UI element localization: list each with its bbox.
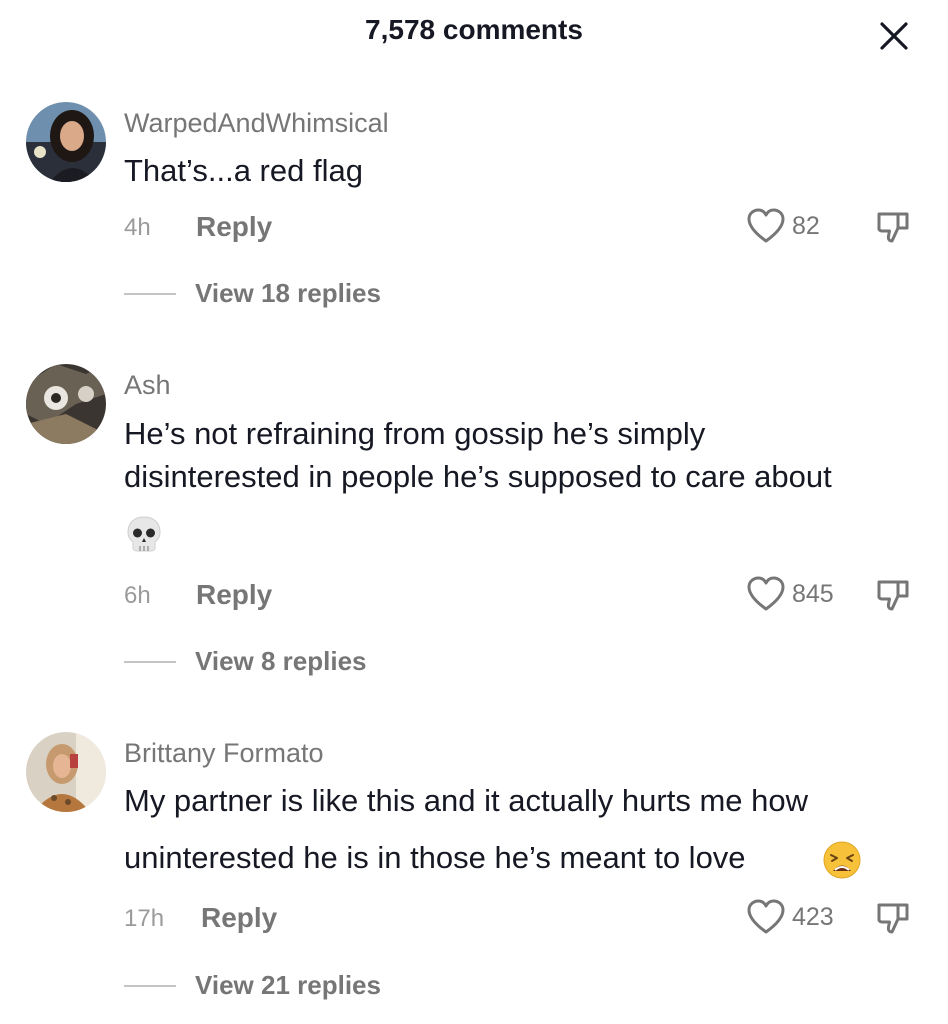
like-count: 845 xyxy=(792,580,834,608)
view-replies-button[interactable]: View 18 replies xyxy=(195,278,381,309)
view-replies-button[interactable]: View 21 replies xyxy=(195,970,381,1001)
comment-username[interactable]: Ash xyxy=(124,370,171,401)
close-icon[interactable] xyxy=(876,18,912,54)
reply-button[interactable]: Reply xyxy=(196,211,272,243)
replies-divider xyxy=(124,985,176,987)
comment-time: 4h xyxy=(124,214,151,241)
comment-text: disinterested in people he’s supposed to… xyxy=(124,459,832,494)
heart-icon[interactable] xyxy=(746,207,786,245)
comment-text: uninterested he is in those he’s meant t… xyxy=(124,840,746,875)
weary-face-emoji xyxy=(822,840,862,885)
avatar[interactable] xyxy=(26,732,106,812)
thumbs-down-icon[interactable] xyxy=(874,897,914,937)
comment-username[interactable]: WarpedAndWhimsical xyxy=(124,108,389,139)
like-count: 82 xyxy=(792,212,820,240)
comment-text: That’s...a red flag xyxy=(124,153,363,188)
thumbs-down-icon[interactable] xyxy=(874,206,914,246)
comment-time: 17h xyxy=(124,905,165,932)
thumbs-down-icon[interactable] xyxy=(874,574,914,614)
replies-divider xyxy=(124,293,176,295)
comment-username[interactable]: Brittany Formato xyxy=(124,738,324,769)
like-count: 423 xyxy=(792,903,834,931)
comment-text: He’s not refraining from gossip he’s sim… xyxy=(124,416,706,451)
comments-count-title: 7,578 comments xyxy=(365,14,583,45)
heart-icon[interactable] xyxy=(746,898,786,936)
comment-text: My partner is like this and it actually … xyxy=(124,783,808,818)
avatar[interactable] xyxy=(26,102,106,182)
replies-divider xyxy=(124,661,176,663)
reply-button[interactable]: Reply xyxy=(196,579,272,611)
skull-emoji xyxy=(124,514,164,561)
heart-icon[interactable] xyxy=(746,575,786,613)
view-replies-button[interactable]: View 8 replies xyxy=(195,646,367,677)
avatar[interactable] xyxy=(26,364,106,444)
reply-button[interactable]: Reply xyxy=(201,902,277,934)
comment-time: 6h xyxy=(124,582,151,609)
